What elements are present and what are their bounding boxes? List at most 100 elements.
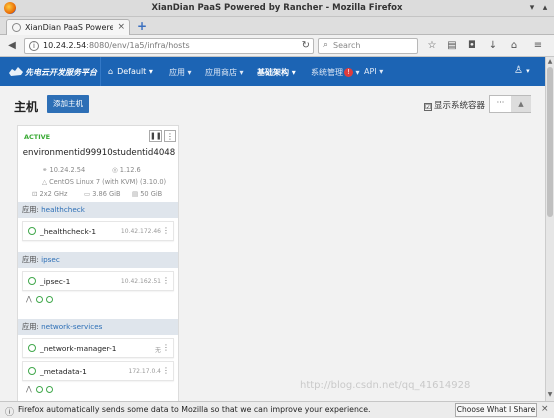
stack-header: 应用: network-services [18, 319, 178, 335]
window-titlebar: XianDian PaaS Powered by Rancher - Mozil… [0, 0, 554, 17]
docker-icon: ◎ [112, 166, 118, 174]
container-ip: 无 [154, 347, 161, 354]
close-tab-icon[interactable]: × [117, 22, 125, 32]
tab-bar: XianDian PaaS Powere... × + [0, 17, 554, 35]
scroll-down-icon[interactable]: ▼ [546, 391, 554, 399]
host-cpu: ⊡ 2x2 GHz [32, 190, 67, 198]
host-cpu-value: 2x2 GHz [39, 190, 68, 198]
page-scrollbar[interactable]: ▲ ▼ [545, 57, 554, 401]
window-title: XianDian PaaS Powered by Rancher - Mozil… [151, 3, 403, 13]
container-name[interactable]: _healthcheck-1 [40, 227, 96, 236]
reload-icon[interactable]: ↻ [302, 40, 310, 51]
host-disk: ▤ 50 GiB [132, 190, 162, 198]
link-icon: ⚭ [42, 166, 48, 174]
host-name[interactable]: environmentid99910studentid4048 [18, 148, 180, 158]
new-tab-button[interactable]: + [136, 20, 148, 32]
user-menu-icon[interactable]: ♙ ▾ [514, 65, 530, 76]
nav-infrastructure[interactable]: 基础架构 ▾ [257, 67, 296, 78]
show-system-containers-toggle[interactable]: ☑ 显示系统容器 [424, 99, 485, 111]
nav-admin[interactable]: 系统管理! ▾ [311, 67, 360, 78]
sidekick-status-icon[interactable] [46, 386, 53, 393]
container-menu-icon[interactable]: ⋮ [162, 226, 170, 235]
notification-message: Firefox automatically sends some data to… [18, 405, 371, 414]
stack-name-link[interactable]: ipsec [41, 255, 60, 264]
maximize-icon[interactable]: ▴ [539, 2, 551, 14]
page-header: 主机 添加主机 ☑ 显示系统容器 ··· ▲ [0, 86, 545, 122]
add-host-button[interactable]: 添加主机 [47, 95, 89, 113]
container-menu-icon[interactable]: ⋮ [162, 343, 170, 352]
host-ip: ⚭ 10.24.2.54 [42, 166, 85, 174]
stack-name-link[interactable]: network-services [41, 322, 102, 331]
bookmark-star-icon[interactable]: ☆ [426, 39, 438, 53]
nav-apps[interactable]: 应用 ▾ [169, 67, 192, 78]
host-os: △ CentOS Linux 7 (with KVM) (3.10.0) [42, 178, 166, 186]
scroll-up-icon[interactable]: ▲ [546, 58, 554, 66]
status-running-icon [28, 344, 36, 352]
close-notification-icon[interactable]: × [541, 404, 549, 414]
container-ip: 10.42.162.51 [120, 278, 161, 285]
nav-api[interactable]: API ▾ [364, 67, 383, 76]
menu-icon[interactable]: ≡ [532, 39, 544, 53]
container-row[interactable]: _network-manager-1 无 ⋮ [22, 338, 174, 358]
browser-tab[interactable]: XianDian PaaS Powere... × [6, 19, 130, 35]
stack-prefix: 应用: [22, 205, 39, 214]
stack-prefix: 应用: [22, 255, 39, 264]
sidekick-status-icon[interactable] [36, 296, 43, 303]
nav-catalog[interactable]: 应用商店 ▾ [205, 67, 244, 78]
os-icon: △ [42, 178, 48, 186]
page-favicon-icon [12, 23, 21, 32]
host-ram: ▭ 3.86 GiB [84, 190, 120, 198]
back-icon[interactable]: ◀ [6, 39, 18, 53]
memory-icon: ▭ [84, 190, 91, 198]
container-menu-icon[interactable]: ⋮ [162, 366, 170, 375]
url-text[interactable]: 10.24.2.54:8080/env/1a5/infra/hosts [43, 41, 190, 50]
reader-list-icon[interactable]: ▤ [446, 39, 458, 53]
url-bar[interactable]: i 10.24.2.54:8080/env/1a5/infra/hosts ↻ [24, 38, 314, 54]
stack-header: 应用: healthcheck [18, 202, 178, 218]
stack-ipsec: 应用: ipsec _ipsec-1 10.42.162.51 ⋮ ⋀ [18, 252, 178, 309]
page-title: 主机 [14, 100, 39, 114]
sidekick-status-icon[interactable] [46, 296, 53, 303]
search-placeholder: Search [333, 41, 361, 50]
nav-admin-label: 系统管理 [311, 68, 343, 77]
download-icon[interactable]: ↓ [487, 39, 499, 53]
scrollbar-thumb[interactable] [547, 67, 553, 217]
host-actions-menu-icon[interactable]: ⋮ [164, 130, 176, 142]
page-viewport: 先电云开发服务平台 ⌂ Default ▾ 应用 ▾ 应用商店 ▾ 基础架构 ▾ … [0, 57, 545, 401]
container-name[interactable]: _network-manager-1 [40, 344, 117, 353]
view-mode-toggle[interactable]: ··· ▲ [489, 95, 531, 113]
cpu-icon: ⊡ [32, 190, 38, 198]
stack-header: 应用: ipsec [18, 252, 178, 268]
stack-name-link[interactable]: healthcheck [41, 205, 85, 214]
url-path: :8080/env/1a5/infra/hosts [86, 41, 190, 50]
notification-bar: ⓘ Firefox automatically sends some data … [0, 401, 554, 418]
list-view-icon[interactable]: ··· [490, 96, 511, 112]
sidekick-icon: ⋀ [26, 295, 32, 303]
site-info-icon[interactable]: i [29, 41, 39, 51]
show-system-label: 显示系统容器 [434, 101, 486, 111]
container-row[interactable]: _healthcheck-1 10.42.172.46 ⋮ [22, 221, 174, 241]
host-docker-version: ◎ 1.12.6 [112, 166, 141, 174]
host-disk-value: 50 GiB [140, 190, 163, 198]
container-menu-icon[interactable]: ⋮ [162, 276, 170, 285]
brand-name: 先电云开发服务平台 [25, 68, 97, 77]
home-icon[interactable]: ⌂ [508, 39, 520, 53]
container-name[interactable]: _metadata-1 [40, 367, 87, 376]
search-input[interactable]: ⌕ Search [318, 38, 418, 54]
environment-selector[interactable]: ⌂ Default ▾ [108, 67, 153, 76]
minimize-icon[interactable]: ▾ [526, 2, 538, 14]
sidekick-row: ⋀ [26, 294, 174, 307]
environment-name: Default [117, 67, 147, 76]
sidekick-status-icon[interactable] [36, 386, 43, 393]
pocket-icon[interactable]: ◘ [466, 39, 478, 53]
search-icon: ⌕ [323, 40, 329, 50]
checkbox-checked-icon[interactable]: ☑ [424, 103, 432, 111]
pause-host-button[interactable]: ❚❚ [149, 130, 162, 142]
choose-what-i-share-button[interactable]: Choose What I Share [455, 403, 537, 417]
container-name[interactable]: _ipsec-1 [40, 277, 70, 286]
container-ip: 10.42.172.46 [120, 228, 161, 235]
container-row[interactable]: _metadata-1 172.17.0.4 ⋮ [22, 361, 174, 381]
host-ip-value: 10.24.2.54 [49, 166, 86, 174]
grid-view-icon[interactable]: ▲ [511, 96, 531, 112]
container-row[interactable]: _ipsec-1 10.42.162.51 ⋮ [22, 271, 174, 291]
